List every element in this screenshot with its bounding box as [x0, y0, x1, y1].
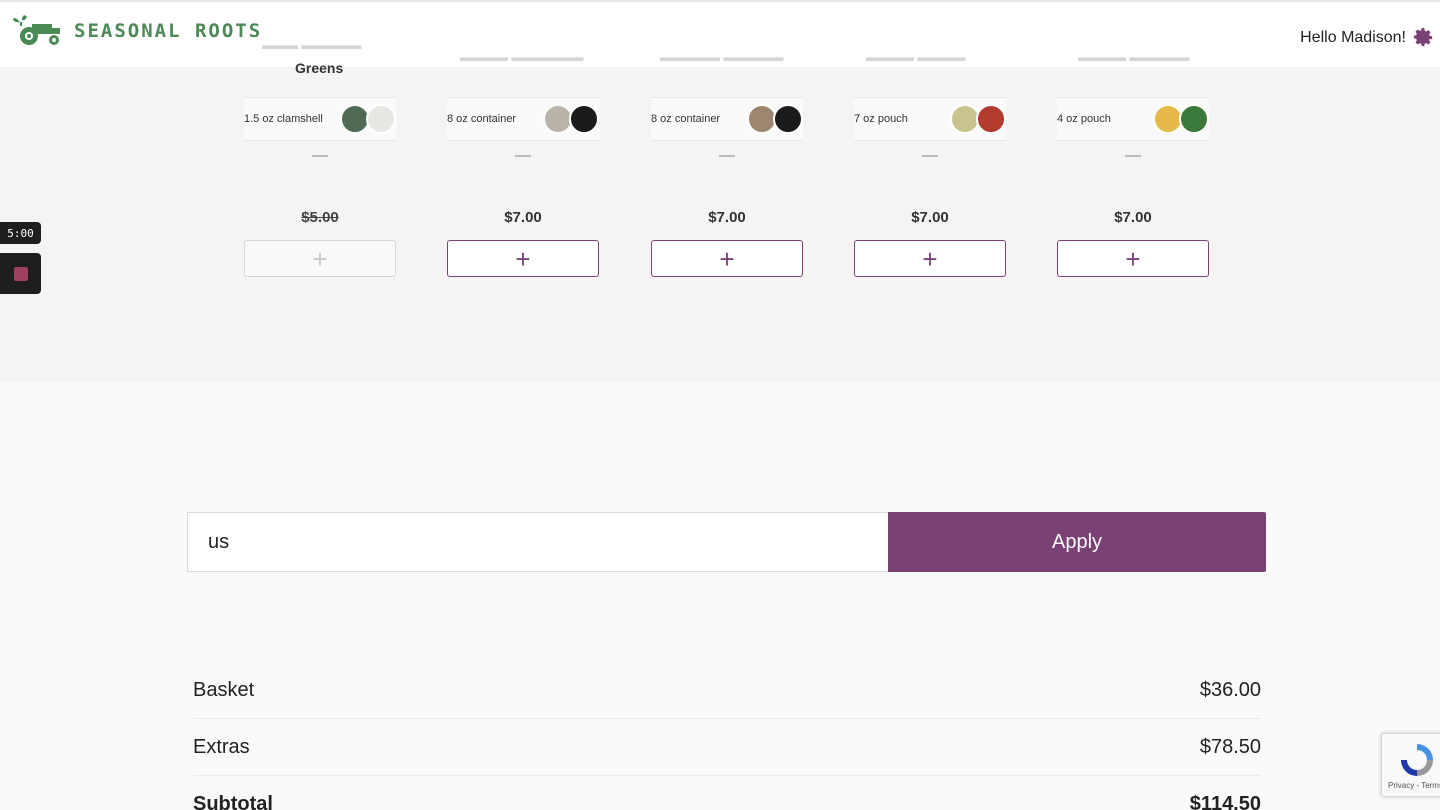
add-to-cart-button[interactable]: +	[854, 240, 1006, 277]
add-to-cart-button[interactable]: +	[1057, 240, 1209, 277]
gear-icon[interactable]	[1412, 26, 1434, 48]
size-label: 8 oz container	[651, 113, 721, 125]
stop-recording-button[interactable]	[0, 253, 41, 294]
product-thumbnails	[543, 104, 599, 134]
promo-code-form: Apply	[187, 512, 1266, 572]
size-option[interactable]: 8 oz container	[447, 97, 599, 141]
user-greeting: Hello Madison!	[1300, 29, 1406, 46]
product-price: $5.00	[301, 209, 339, 226]
add-to-cart-button[interactable]: +	[447, 240, 599, 277]
product-thumbnails	[747, 104, 803, 134]
size-option[interactable]: 7 oz pouch	[854, 97, 1006, 141]
recaptcha-links[interactable]: Privacy - Terms	[1388, 781, 1440, 790]
product-card: 4 oz pouch — $7.00 +	[1057, 97, 1209, 277]
ghost-product-titles: ▬▬▬ ▬▬▬▬▬ ▬▬▬▬ ▬▬▬▬▬▬ ▬▬▬▬▬ ▬▬▬▬▬ ▬▬▬▬ ▬…	[262, 38, 1190, 64]
size-option[interactable]: 4 oz pouch	[1057, 97, 1209, 141]
total-row-basket: Basket $36.00	[193, 662, 1261, 719]
product-price: $7.00	[1114, 209, 1152, 226]
product-thumbnail	[976, 104, 1006, 134]
total-amount: $114.50	[1189, 793, 1261, 810]
total-amount: $78.50	[1199, 735, 1261, 758]
quantity-display: —	[312, 147, 328, 164]
recording-timer: 5:00	[0, 222, 41, 244]
size-label: 1.5 oz clamshell	[244, 113, 323, 125]
site-header: SEASONAL ROOTS ▬▬▬ ▬▬▬▬▬ ▬▬▬▬ ▬▬▬▬▬▬ ▬▬▬…	[0, 0, 1440, 67]
product-thumbnails	[340, 104, 396, 134]
apply-button[interactable]: Apply	[888, 512, 1266, 572]
quantity-display: —	[515, 147, 531, 164]
total-label: Extras	[193, 735, 250, 758]
total-row-extras: Extras $78.50	[193, 719, 1261, 776]
product-thumbnail	[366, 104, 396, 134]
order-totals: Basket $36.00 Extras $78.50 Subtotal $11…	[193, 662, 1261, 810]
recaptcha-icon	[1401, 744, 1433, 776]
size-option[interactable]: 1.5 oz clamshell	[244, 97, 396, 141]
product-card: 8 oz container — $7.00 +	[651, 97, 803, 277]
product-thumbnails	[950, 104, 1006, 134]
add-to-cart-button[interactable]: +	[651, 240, 803, 277]
promo-code-input[interactable]	[187, 512, 888, 572]
size-label: 7 oz pouch	[854, 113, 908, 125]
stop-icon	[13, 266, 28, 281]
quantity-display: —	[1125, 147, 1141, 164]
size-label: 4 oz pouch	[1057, 113, 1111, 125]
product-title-partial: Greens	[295, 60, 344, 76]
wave-divider	[0, 368, 1440, 380]
product-card: 7 oz pouch — $7.00 +	[854, 97, 1006, 277]
total-row-subtotal: Subtotal $114.50	[193, 776, 1261, 810]
product-card: 8 oz container — $7.00 +	[447, 97, 599, 277]
add-to-cart-button[interactable]: +	[244, 240, 396, 277]
product-thumbnail	[569, 104, 599, 134]
total-label: Basket	[193, 678, 255, 701]
product-price: $7.00	[504, 209, 542, 226]
quantity-display: —	[922, 147, 938, 164]
product-card: 1.5 oz clamshell — $5.00 +	[244, 97, 396, 277]
product-price: $7.00	[911, 209, 949, 226]
size-option[interactable]: 8 oz container	[651, 97, 803, 141]
product-thumbnail	[773, 104, 803, 134]
product-thumbnail	[1179, 104, 1209, 134]
quantity-display: —	[719, 147, 735, 164]
product-price: $7.00	[708, 209, 746, 226]
product-thumbnails	[1153, 104, 1209, 134]
size-label: 8 oz container	[447, 113, 517, 125]
page: Greens 1.5 oz clamshell — $5.00 +8 oz conta…	[0, 0, 1440, 810]
total-amount: $36.00	[1199, 678, 1261, 701]
total-label: Subtotal	[193, 793, 273, 810]
